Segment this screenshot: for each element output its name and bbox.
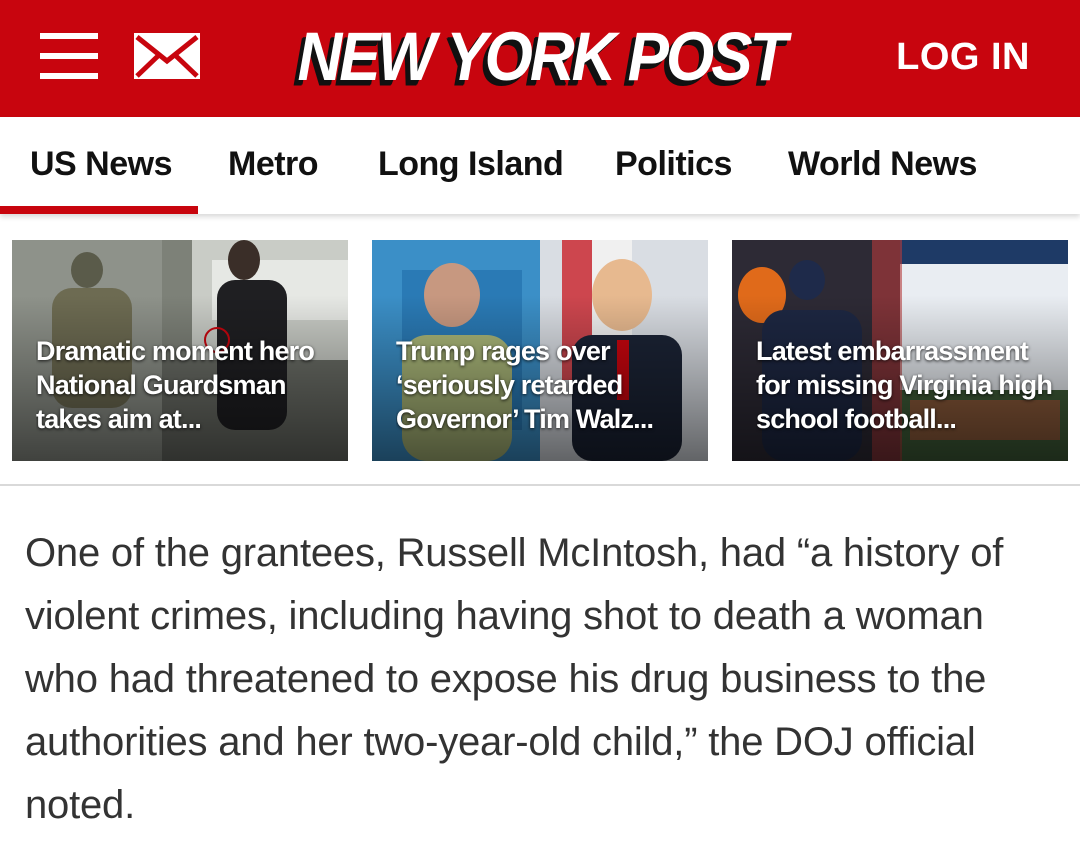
section-divider xyxy=(0,484,1080,486)
active-tab-indicator xyxy=(0,206,198,214)
login-button[interactable]: LOG IN xyxy=(896,36,1030,79)
section-nav: US News Metro Long Island Politics World… xyxy=(0,117,1080,214)
story-headline: Dramatic moment hero National Guardsman … xyxy=(36,336,315,434)
tab-long-island[interactable]: Long Island xyxy=(378,145,564,184)
site-header: NEW YORK POST LOG IN xyxy=(0,0,1080,117)
hamburger-menu-icon[interactable] xyxy=(40,33,98,79)
story-card[interactable]: Trump rages over ‘seriously retarded Gov… xyxy=(372,240,708,461)
story-card[interactable]: Latest embarrassment for missing Virgini… xyxy=(732,240,1068,461)
story-headline: Latest embarrassment for missing Virgini… xyxy=(756,336,1053,434)
article-paragraph: One of the grantees, Russell McIntosh, h… xyxy=(25,531,1004,827)
envelope-icon[interactable] xyxy=(134,33,200,79)
tab-metro[interactable]: Metro xyxy=(228,145,319,184)
tab-us-news[interactable]: US News xyxy=(30,145,173,184)
tab-politics[interactable]: Politics xyxy=(615,145,732,184)
tab-world-news[interactable]: World News xyxy=(788,145,977,184)
story-headline: Trump rages over ‘seriously retarded Gov… xyxy=(396,336,654,434)
story-card[interactable]: Dramatic moment hero National Guardsman … xyxy=(12,240,348,461)
site-logo[interactable]: NEW YORK POST xyxy=(296,18,788,96)
